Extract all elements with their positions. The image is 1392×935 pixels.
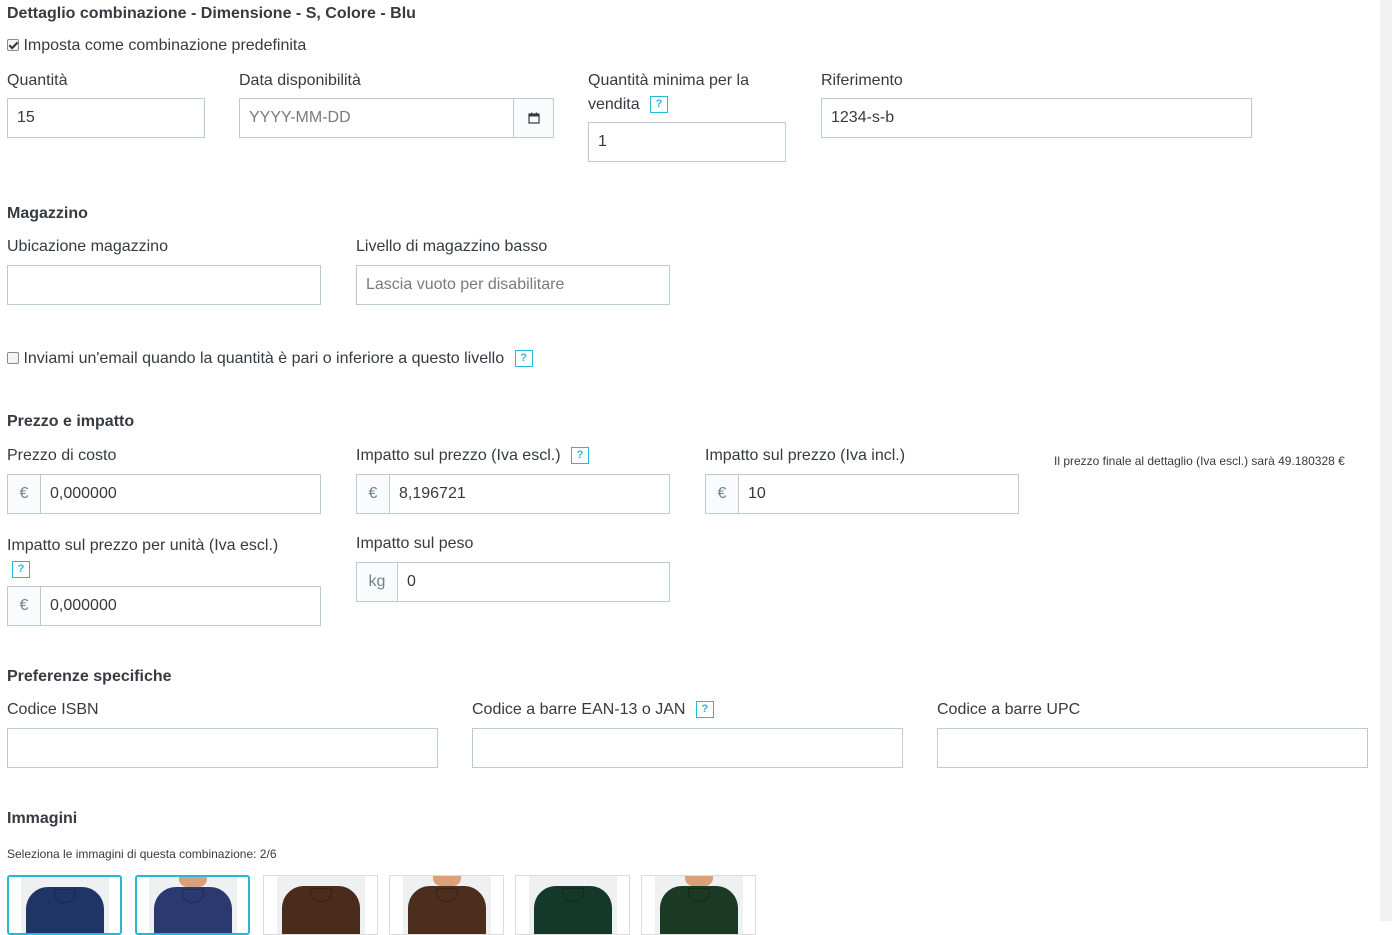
euro-icon: € (8, 475, 41, 513)
polo-collar (309, 888, 332, 902)
unit-impact-value: 0,000000 (50, 597, 117, 614)
email-alert-row[interactable]: Inviami un'email quando la quantità è pa… (7, 350, 533, 368)
stock-section-title: Magazzino (7, 205, 88, 222)
help-icon[interactable]: ? (650, 96, 669, 114)
help-icon[interactable]: ? (514, 350, 533, 368)
page-title: Dettaglio combinazione - Dimensione - S,… (7, 5, 416, 22)
polo-shirt (25, 887, 104, 933)
polo-shirt (153, 887, 232, 933)
euro-icon: € (357, 475, 390, 513)
cost-price-value: 0,000000 (50, 485, 117, 502)
ean-label-block: Codice a barre EAN-13 o JAN ? (472, 701, 714, 719)
low-stock-placeholder: Lascia vuoto per disabilitare (366, 276, 565, 293)
help-icon[interactable]: ? (12, 561, 30, 579)
polo-shirt (407, 886, 486, 934)
unit-impact-input[interactable]: € 0,000000 (7, 586, 321, 626)
quantity-label: Quantità (7, 72, 68, 89)
model-neck (178, 877, 207, 887)
availability-placeholder: YYYY-MM-DD (249, 109, 351, 126)
polo-shirt (281, 886, 360, 934)
weight-impact-input[interactable]: kg 0 (356, 562, 670, 602)
product-image (148, 877, 237, 933)
ean-label: Codice a barre EAN-13 o JAN (472, 701, 686, 718)
stock-location-input[interactable] (7, 265, 321, 305)
impact-incl-input[interactable]: € 10 (705, 474, 1019, 514)
unit-impact-label: Impatto sul prezzo per unità (Iva escl.) (7, 537, 279, 554)
calendar-icon[interactable] (513, 99, 553, 137)
image-thumbnail[interactable] (641, 875, 756, 935)
help-icon[interactable]: ? (570, 447, 589, 465)
cost-price-input[interactable]: € 0,000000 (7, 474, 321, 514)
min-quantity-value: 1 (598, 133, 607, 150)
scrollbar[interactable] (1380, 0, 1392, 921)
min-quantity-label: Quantità minima per la vendita (588, 72, 749, 113)
images-section-title: Immagini (7, 810, 78, 827)
polo-shirt (533, 886, 612, 934)
availability-label: Data disponibilità (239, 72, 361, 89)
reference-label: Riferimento (821, 72, 903, 89)
price-section-title: Prezzo e impatto (7, 413, 135, 430)
ean-input[interactable] (472, 728, 903, 768)
product-image (402, 876, 491, 934)
image-thumbnail[interactable] (7, 875, 122, 935)
product-image (654, 876, 743, 934)
reference-input[interactable]: 1234-s-b (821, 98, 1252, 138)
default-combination-label: Imposta come combinazione predefinita (23, 37, 307, 54)
product-image (528, 876, 617, 934)
polo-collar (181, 889, 204, 903)
image-thumbnail[interactable] (263, 875, 378, 935)
impact-excl-label-block: Impatto sul prezzo (Iva escl.) ? (356, 447, 589, 465)
min-quantity-label-block: Quantità minima per la vendita ? (588, 69, 788, 117)
low-stock-input[interactable]: Lascia vuoto per disabilitare (356, 265, 670, 305)
weight-unit-addon: kg (357, 563, 398, 601)
isbn-input[interactable] (7, 728, 438, 768)
upc-input[interactable] (937, 728, 1368, 768)
image-thumbnail[interactable] (389, 875, 504, 935)
product-image (20, 877, 109, 933)
euro-icon: € (706, 475, 739, 513)
model-neck (684, 876, 713, 886)
model-neck (432, 876, 461, 886)
isbn-label: Codice ISBN (7, 701, 99, 718)
impact-incl-value: 10 (748, 485, 766, 502)
images-caption: Seleziona le immagini di questa combinaz… (7, 847, 277, 861)
unit-impact-label-block: Impatto sul prezzo per unità (Iva escl.)… (7, 534, 321, 582)
polo-collar (435, 888, 458, 902)
quantity-input[interactable]: 15 (7, 98, 205, 138)
availability-date-input[interactable]: YYYY-MM-DD (239, 98, 554, 138)
default-combination-checkbox[interactable] (7, 39, 19, 51)
impact-excl-input[interactable]: € 8,196721 (356, 474, 670, 514)
image-thumbnail[interactable] (135, 875, 250, 935)
cost-price-label: Prezzo di costo (7, 447, 117, 464)
specific-section-title: Preferenze specifiche (7, 668, 172, 685)
email-alert-label: Inviami un'email quando la quantità è pa… (23, 350, 505, 367)
image-thumbnail[interactable] (515, 875, 630, 935)
polo-collar (561, 888, 584, 902)
stock-location-label: Ubicazione magazzino (7, 238, 168, 255)
euro-icon: € (8, 587, 41, 625)
help-icon[interactable]: ? (695, 701, 714, 719)
polo-shirt (659, 886, 738, 934)
weight-impact-label: Impatto sul peso (356, 535, 474, 552)
default-combination-row[interactable]: Imposta come combinazione predefinita (7, 37, 306, 55)
weight-impact-value: 0 (407, 573, 416, 590)
low-stock-label: Livello di magazzino basso (356, 238, 548, 255)
reference-value: 1234-s-b (831, 109, 895, 126)
upc-label: Codice a barre UPC (937, 701, 1081, 718)
product-image (276, 876, 365, 934)
impact-excl-label: Impatto sul prezzo (Iva escl.) (356, 447, 561, 464)
impact-excl-value: 8,196721 (399, 485, 466, 502)
final-price-note: Il prezzo finale al dettaglio (Iva escl.… (1054, 454, 1345, 468)
polo-collar (53, 889, 76, 903)
impact-incl-label: Impatto sul prezzo (Iva incl.) (705, 447, 906, 464)
email-alert-checkbox[interactable] (7, 352, 19, 364)
polo-collar (687, 888, 710, 902)
quantity-value: 15 (17, 109, 35, 126)
min-quantity-input[interactable]: 1 (588, 122, 786, 162)
